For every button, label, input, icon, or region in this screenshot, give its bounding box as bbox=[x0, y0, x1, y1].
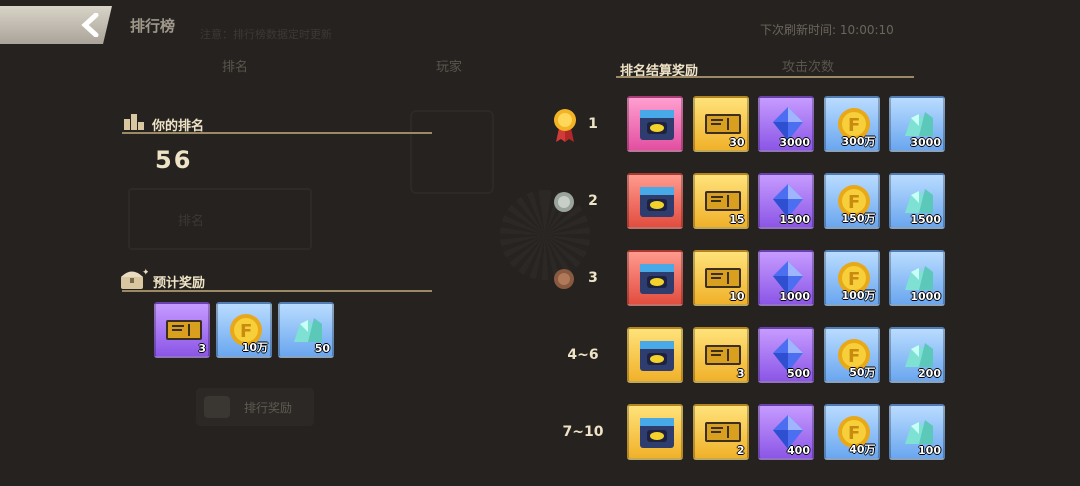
settlement-reward-item[interactable]: F 50万 bbox=[823, 327, 880, 383]
item-quantity: 400 bbox=[787, 444, 810, 457]
settlement-reward-item[interactable]: F 150万 bbox=[823, 173, 880, 229]
item-quantity: 500 bbox=[787, 367, 810, 380]
item-quantity: 100万 bbox=[841, 289, 876, 302]
settlement-reward-item[interactable]: 3 bbox=[692, 327, 749, 383]
settlement-reward-item[interactable]: 3000 bbox=[889, 96, 945, 152]
treasure-chest-icon: ✦ bbox=[121, 268, 148, 289]
item-quantity: 10 bbox=[729, 290, 745, 303]
settlement-reward-item[interactable]: 2 bbox=[692, 404, 749, 460]
item-quantity: 150万 bbox=[841, 212, 876, 225]
item-quantity: 3 bbox=[736, 367, 745, 380]
podium-icon bbox=[124, 114, 144, 130]
item-quantity: 3000 bbox=[779, 136, 810, 149]
item-quantity: 15 bbox=[729, 213, 745, 226]
rank-range-label: 4~6 bbox=[567, 347, 599, 363]
settlement-reward-item[interactable]: 400 bbox=[758, 404, 814, 460]
item-quantity: 1500 bbox=[779, 213, 810, 226]
rank-range-label: 1 bbox=[588, 116, 598, 132]
tab-attacks[interactable]: 攻击次数 bbox=[782, 56, 834, 75]
settlement-reward-item[interactable]: F 300万 bbox=[823, 96, 880, 152]
ghost-rank-panel: 排名 bbox=[128, 188, 312, 250]
chevron-left-icon bbox=[81, 13, 99, 37]
item-quantity: 2 bbox=[736, 444, 745, 457]
settlement-reward-item[interactable] bbox=[627, 250, 683, 306]
settlement-reward-item[interactable] bbox=[627, 173, 683, 229]
my-rank-value: 56 bbox=[155, 146, 193, 174]
tab-rank[interactable]: 排名 bbox=[222, 56, 248, 75]
refresh-timer: 下次刷新时间: 10:00:10 bbox=[760, 21, 894, 38]
refresh-label: 下次刷新时间: bbox=[760, 23, 837, 37]
rank-reward-button[interactable]: 排行奖励 bbox=[196, 388, 314, 426]
settlement-reward-item[interactable] bbox=[627, 327, 683, 383]
item-quantity: 3 bbox=[198, 342, 206, 355]
rank-range-label: 7~10 bbox=[562, 424, 604, 440]
rank-range-label: 3 bbox=[588, 270, 598, 286]
item-quantity: 1500 bbox=[910, 213, 941, 226]
settlement-reward-item[interactable]: 100 bbox=[889, 404, 945, 460]
settlement-reward-item[interactable]: 3000 bbox=[758, 96, 814, 152]
item-quantity: 50 bbox=[314, 342, 330, 355]
item-quantity: 10万 bbox=[241, 341, 268, 354]
settlement-reward-item[interactable]: 1000 bbox=[889, 250, 945, 306]
divider bbox=[122, 132, 432, 134]
ghost-rank-label: 排名 bbox=[178, 214, 205, 229]
settlement-reward-item[interactable]: 15 bbox=[692, 173, 749, 229]
rank-reward-button-label: 排行奖励 bbox=[244, 401, 293, 415]
item-quantity: 100 bbox=[918, 444, 941, 457]
settlement-reward-item[interactable]: F 100万 bbox=[823, 250, 880, 306]
expected-reward-item[interactable]: 3 bbox=[154, 302, 210, 358]
settlement-reward-item[interactable] bbox=[627, 96, 683, 152]
settlement-reward-item[interactable]: 1500 bbox=[889, 173, 945, 229]
svg-text:✦: ✦ bbox=[142, 268, 148, 278]
settlement-reward-item[interactable]: F 40万 bbox=[823, 404, 880, 460]
divider bbox=[616, 76, 914, 78]
back-button[interactable] bbox=[0, 6, 112, 44]
item-quantity: 40万 bbox=[849, 443, 876, 456]
settlement-reward-item[interactable]: 30 bbox=[692, 96, 749, 152]
settlement-reward-item[interactable]: 10 bbox=[692, 250, 749, 306]
item-quantity: 3000 bbox=[910, 136, 941, 149]
settlement-reward-item[interactable]: 200 bbox=[889, 327, 945, 383]
chest-icon bbox=[204, 396, 230, 418]
item-quantity: 1000 bbox=[779, 290, 810, 303]
item-quantity: 200 bbox=[918, 367, 941, 380]
tab-player[interactable]: 玩家 bbox=[436, 56, 462, 75]
page-title: 排行榜 bbox=[130, 17, 176, 35]
expected-reward-item[interactable]: F 10万 bbox=[216, 302, 272, 358]
item-quantity: 50万 bbox=[849, 366, 876, 379]
settlement-reward-item[interactable]: 500 bbox=[758, 327, 814, 383]
settlement-reward-item[interactable]: 1500 bbox=[758, 173, 814, 229]
divider bbox=[122, 290, 432, 292]
item-quantity: 30 bbox=[729, 136, 745, 149]
item-quantity: 1000 bbox=[910, 290, 941, 303]
page-subtitle: 注意：排行榜数据定时更新 bbox=[200, 28, 332, 41]
rank-range-label: 2 bbox=[588, 193, 598, 209]
expected-reward-item[interactable]: 50 bbox=[278, 302, 334, 358]
expected-reward-heading: 预计奖励 bbox=[153, 276, 206, 291]
background-shape bbox=[410, 110, 494, 194]
settlement-reward-item[interactable] bbox=[627, 404, 683, 460]
settlement-reward-item[interactable]: 1000 bbox=[758, 250, 814, 306]
item-quantity: 300万 bbox=[841, 135, 876, 148]
refresh-time: 10:00:10 bbox=[839, 23, 894, 37]
